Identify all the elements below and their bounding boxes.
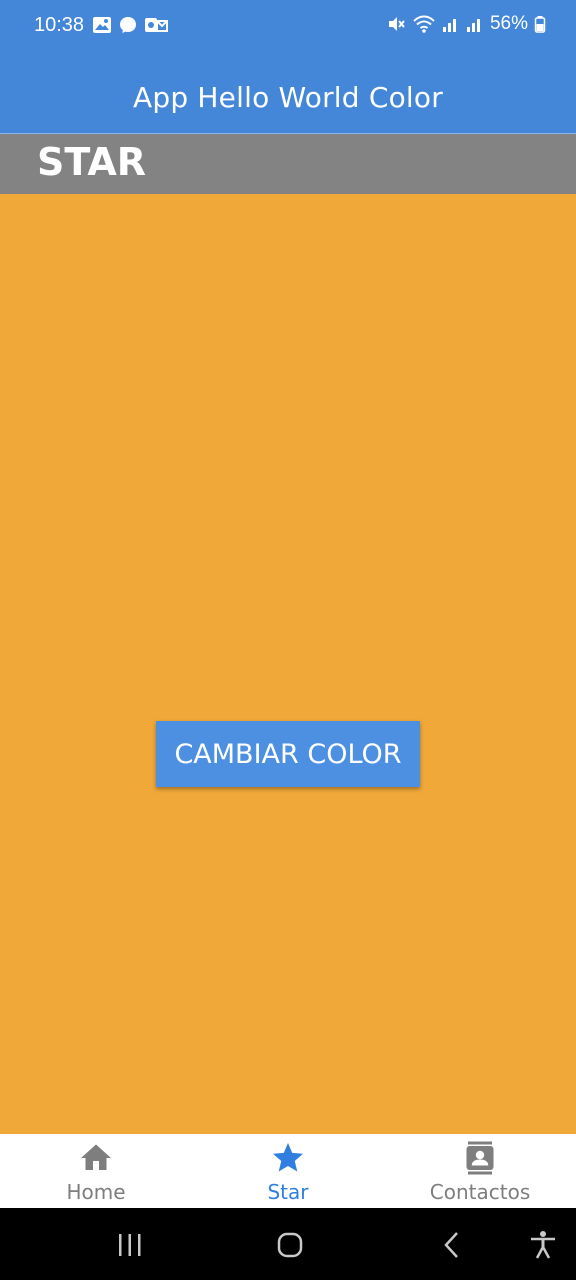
nav-item-star[interactable]: Star [192,1134,384,1208]
system-navigation-bar [0,1208,576,1280]
home-icon [81,1144,111,1170]
content-area: CAMBIAR COLOR [0,194,576,1134]
signal-icon [442,19,456,32]
accessibility-icon[interactable] [525,1228,561,1262]
home-circle-icon[interactable] [272,1228,308,1262]
section-title: STAR [37,140,147,184]
contacts-icon [466,1141,494,1175]
nav-item-home[interactable]: Home [0,1134,192,1208]
nav-item-contactos[interactable]: Contactos [384,1134,576,1208]
status-bar: 10:38 56% [0,0,576,54]
outlook-icon [145,18,168,32]
star-icon [273,1143,303,1172]
battery-icon [534,16,546,33]
gallery-icon [93,17,111,33]
nav-label-contactos: Contactos [429,1180,531,1204]
app-bar: App Hello World Color [0,54,576,134]
nav-label-home: Home [66,1180,126,1204]
notification-icons [92,15,168,35]
system-status-icons: 56% [386,13,546,35]
change-color-button[interactable]: CAMBIAR COLOR [156,721,420,787]
signal-icon [466,19,480,32]
section-header: STAR [0,134,576,194]
messenger-icon [120,17,136,33]
bottom-navigation: Home Star Contactos [0,1134,576,1208]
status-time: 10:38 [34,14,85,36]
mute-icon [388,17,405,31]
nav-label-star: Star [267,1180,309,1204]
app-title: App Hello World Color [133,81,443,114]
recent-apps-icon[interactable] [112,1228,148,1262]
back-icon[interactable] [434,1228,470,1262]
battery-percentage: 56% [489,13,528,34]
wifi-icon [413,15,435,33]
